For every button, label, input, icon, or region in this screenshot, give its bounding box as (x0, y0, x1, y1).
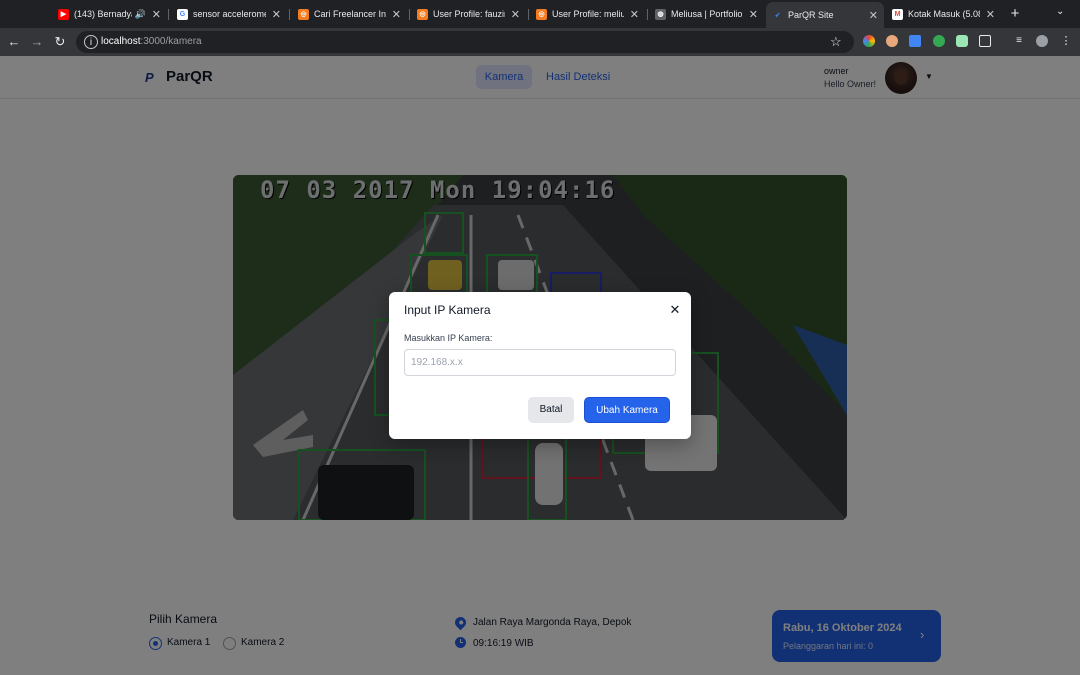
close-tab-icon[interactable]: ✕ (630, 8, 639, 21)
close-tab-icon[interactable]: ✕ (392, 8, 401, 21)
cancel-button[interactable]: Batal (528, 397, 574, 423)
ip-input[interactable] (404, 349, 676, 376)
ip-field-label: Masukkan IP Kamera: (404, 333, 493, 343)
extension-icon[interactable] (933, 35, 945, 47)
extension-icon[interactable] (909, 35, 921, 47)
youtube-icon: ▶ (58, 8, 69, 20)
tab-separator (409, 9, 410, 20)
site-info-icon[interactable]: i (84, 35, 98, 49)
extensions-puzzle-icon[interactable] (979, 35, 991, 47)
close-tab-icon[interactable]: ✕ (511, 8, 520, 21)
tab-separator (647, 9, 648, 20)
tab-separator (528, 9, 529, 20)
reload-icon[interactable]: ↻ (52, 34, 68, 50)
gmail-icon: M (892, 8, 903, 20)
browser-tab[interactable]: ◎ User Profile: fauzim ✕ (411, 4, 526, 24)
back-icon[interactable]: ← (6, 34, 22, 50)
parqr-icon: ➶ (774, 12, 781, 19)
close-tab-icon[interactable]: ✕ (749, 8, 758, 21)
close-tab-icon[interactable]: ✕ (272, 8, 281, 21)
url-text[interactable]: localhost:3000/kamera (101, 36, 202, 47)
google-icon: G (177, 8, 188, 20)
tab-search-icon[interactable]: ⌄ (1056, 6, 1064, 17)
browser-tab[interactable]: ▶ (143) Bernadya 🔊 ✕ (52, 4, 167, 24)
profile-icon[interactable] (1036, 35, 1048, 47)
projects-icon: ◎ (417, 8, 428, 20)
close-tab-icon[interactable]: ✕ (986, 8, 995, 21)
reading-list-icon[interactable]: ≡ (1013, 35, 1025, 47)
browser-tab[interactable]: ◎ Cari Freelancer Indo ✕ (292, 4, 407, 24)
browser-tab[interactable]: ◎ User Profile: melius ✕ (530, 4, 645, 24)
close-tab-icon[interactable]: ✕ (152, 8, 161, 21)
projects-icon: ◎ (536, 8, 547, 20)
browser-tab[interactable]: ◍ Meliusa | Portfolio ✕ (649, 4, 764, 24)
extension-icon[interactable] (886, 35, 898, 47)
forward-icon[interactable]: → (29, 34, 45, 50)
close-icon[interactable]: ✕ (668, 303, 682, 317)
speaker-icon[interactable]: 🔊 (135, 9, 146, 20)
bookmark-star-icon[interactable]: ☆ (830, 34, 842, 50)
new-tab-button[interactable]: + (1006, 5, 1024, 23)
projects-icon: ◎ (298, 8, 309, 20)
browser-tab[interactable]: M Kotak Masuk (5.088 ✕ (886, 4, 1001, 24)
change-camera-button[interactable]: Ubah Kamera (584, 397, 670, 423)
extension-icon[interactable] (863, 35, 875, 47)
browser-tab-active[interactable]: ➶ ParQR Site ✕ (766, 2, 884, 28)
close-tab-icon[interactable]: ✕ (869, 9, 878, 22)
browser-tab-bar: ▶ (143) Bernadya 🔊 ✕ G sensor accelerome… (0, 0, 1080, 28)
tab-separator (289, 9, 290, 20)
browser-menu-icon[interactable]: ⋮ (1060, 35, 1072, 47)
tab-separator (168, 9, 169, 20)
globe-icon: ◍ (655, 8, 666, 20)
browser-tab[interactable]: G sensor acceleromet ✕ (171, 4, 287, 24)
modal-title: Input IP Kamera (404, 303, 491, 317)
extension-icon[interactable] (956, 35, 968, 47)
